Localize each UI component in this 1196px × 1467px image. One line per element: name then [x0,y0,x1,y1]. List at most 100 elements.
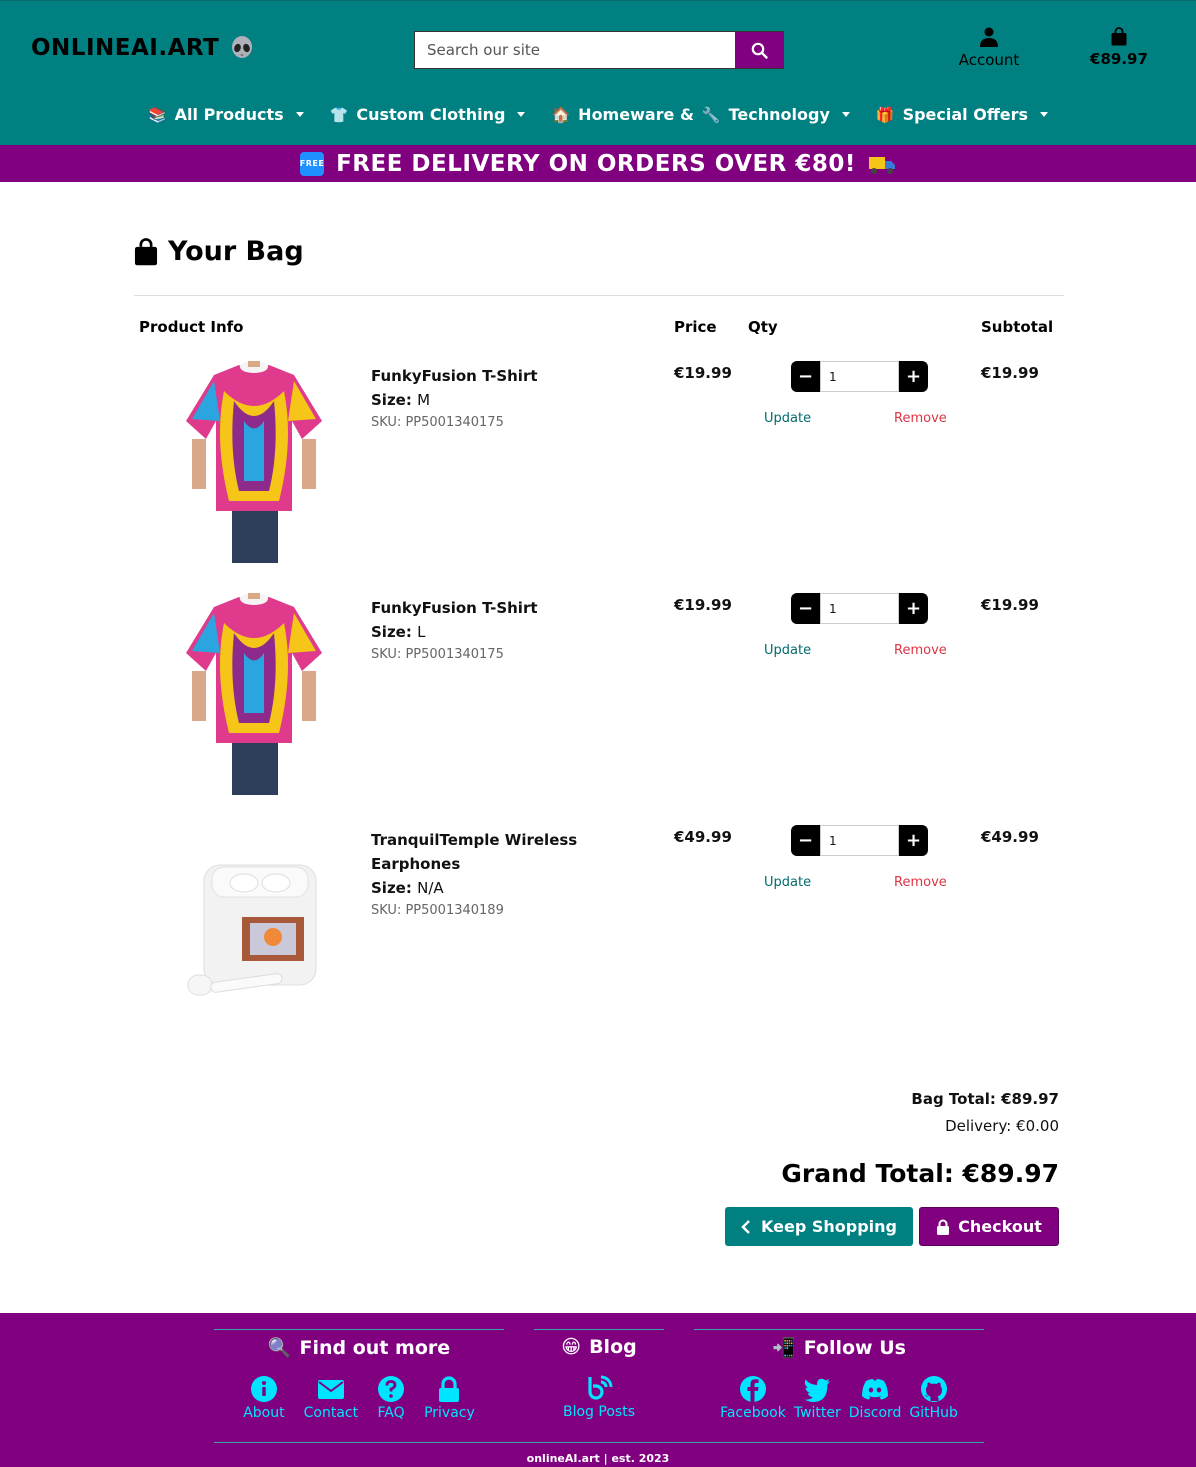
nav-homeware-technology[interactable]: 🏠 Homeware & 🔧 Technology [551,105,850,124]
checkout-button[interactable]: Checkout [919,1207,1059,1246]
lock-icon [937,1219,950,1235]
footer-link-contact[interactable]: Contact [304,1375,358,1421]
caret-down-icon [295,112,304,117]
bag-total-label: €89.97 [1090,50,1148,68]
shopping-bag-icon [134,237,158,265]
remove-link[interactable]: Remove [894,875,947,890]
product-sku: SKU: PP5001340175 [371,415,504,430]
user-icon [980,27,998,47]
footer-link-about[interactable]: About [243,1375,285,1421]
account-link[interactable]: Account [950,27,1028,69]
product-image-tshirt[interactable] [184,593,324,795]
size-value: L [417,623,426,641]
magnifier-icon: 🔍 [267,1337,292,1359]
keep-shopping-button[interactable]: Keep Shopping [725,1207,913,1246]
remove-link[interactable]: Remove [894,411,947,426]
keep-shopping-label: Keep Shopping [761,1217,897,1236]
checkout-label: Checkout [958,1217,1042,1236]
increase-qty-button[interactable]: + [899,593,928,624]
product-image-tshirt[interactable] [184,361,324,563]
footer-heading-text: Blog [589,1336,637,1358]
size-label: Size: [371,879,412,897]
decrease-qty-button[interactable]: − [791,361,820,392]
footer-heading: 📲 Follow Us [694,1336,984,1360]
grand-total: Grand Total: €89.97 [781,1159,1059,1188]
footer-link-twitter[interactable]: Twitter [794,1375,841,1421]
footer-divider [214,1442,984,1443]
footer-links: Blog Posts [534,1374,664,1420]
product-details: FunkyFusion T-Shirt Size: M SKU: PP50013… [371,364,611,434]
nav-label: Custom Clothing [356,105,506,124]
nav-custom-clothing[interactable]: 👕 Custom Clothing [330,105,526,124]
size-value: N/A [417,879,444,897]
house-icon: 🏠 [551,105,571,124]
table-row: FunkyFusion T-Shirt Size: M SKU: PP50013… [0,361,1196,571]
banner-text: FREE DELIVERY ON ORDERS OVER €80! [336,150,856,177]
header-subtotal: Subtotal [981,318,1054,336]
item-price: €19.99 [674,364,732,382]
info-icon [250,1376,277,1402]
decrease-qty-button[interactable]: − [791,825,820,856]
page-title-text: Your Bag [168,236,304,267]
footer-links: About Contact FAQ Privacy [214,1375,504,1421]
update-link[interactable]: Update [764,411,811,426]
page-title: Your Bag [134,236,304,267]
gift-icon: 🎁 [875,105,895,124]
nav-all-products[interactable]: 📚 All Products [148,105,304,124]
quantity-input[interactable]: 1 [820,361,899,392]
quantity-stepper: − 1 + [791,361,928,392]
footer-link-faq[interactable]: FAQ [377,1375,405,1421]
account-label: Account [958,51,1020,69]
footer-link-facebook[interactable]: Facebook [720,1375,786,1421]
footer-link-label: FAQ [377,1405,405,1421]
decrease-qty-button[interactable]: − [791,593,820,624]
footer-find-out-more: 🔍 Find out more About Contact FAQ Privac… [214,1329,504,1421]
github-icon [920,1376,947,1402]
search-input[interactable] [414,31,735,69]
shirt-icon: 👕 [329,105,349,124]
footer-link-label: About [243,1405,285,1421]
update-link[interactable]: Update [764,643,811,658]
increase-qty-button[interactable]: + [899,825,928,856]
update-link[interactable]: Update [764,875,811,890]
nav-special-offers[interactable]: 🎁 Special Offers [875,105,1049,124]
product-image-earphones[interactable] [184,825,324,1027]
item-subtotal: €19.99 [981,596,1039,614]
footer-link-label: Contact [303,1405,359,1421]
increase-qty-button[interactable]: + [899,361,928,392]
bag-link[interactable]: €89.97 [1083,27,1155,68]
nav-label: Technology [728,105,830,124]
bag-total: Bag Total: €89.97 [911,1090,1059,1108]
footer-links: Facebook Twitter Discord GitHub [694,1375,984,1421]
footer-link-label: Discord [848,1405,902,1421]
footer-heading-text: Find out more [299,1336,451,1359]
item-subtotal: €19.99 [981,364,1039,382]
footer-link-blog-posts[interactable]: Blog Posts [563,1374,635,1420]
table-row: TranquilTemple Wireless Earphones Size: … [0,825,1196,1035]
product-size: Size: N/A [371,876,611,900]
lock-icon [439,1376,460,1402]
quantity-input[interactable]: 1 [820,593,899,624]
caret-down-icon [1040,112,1049,117]
product-name[interactable]: TranquilTemple Wireless Earphones [371,828,611,876]
product-name[interactable]: FunkyFusion T-Shirt [371,596,611,620]
item-price: €49.99 [674,828,732,846]
delivery-truck-icon [868,153,896,175]
product-size: Size: M [371,388,611,412]
item-subtotal: €49.99 [981,828,1039,846]
discord-icon [862,1379,889,1400]
search-button[interactable] [735,31,784,69]
product-details: FunkyFusion T-Shirt Size: L SKU: PP50013… [371,596,611,666]
product-size: Size: L [371,620,611,644]
product-name[interactable]: FunkyFusion T-Shirt [371,364,611,388]
size-label: Size: [371,623,412,641]
footer-link-github[interactable]: GitHub [909,1375,958,1421]
quantity-input[interactable]: 1 [820,825,899,856]
wrench-icon: 🔧 [701,105,721,124]
mobile-phone-icon: 📲 [772,1337,796,1359]
footer-link-discord[interactable]: Discord [848,1375,902,1421]
remove-link[interactable]: Remove [894,643,947,658]
nav-label: All Products [174,105,284,124]
footer-link-privacy[interactable]: Privacy [424,1375,475,1421]
site-logo[interactable]: ONLINEAI.ART [31,35,255,61]
